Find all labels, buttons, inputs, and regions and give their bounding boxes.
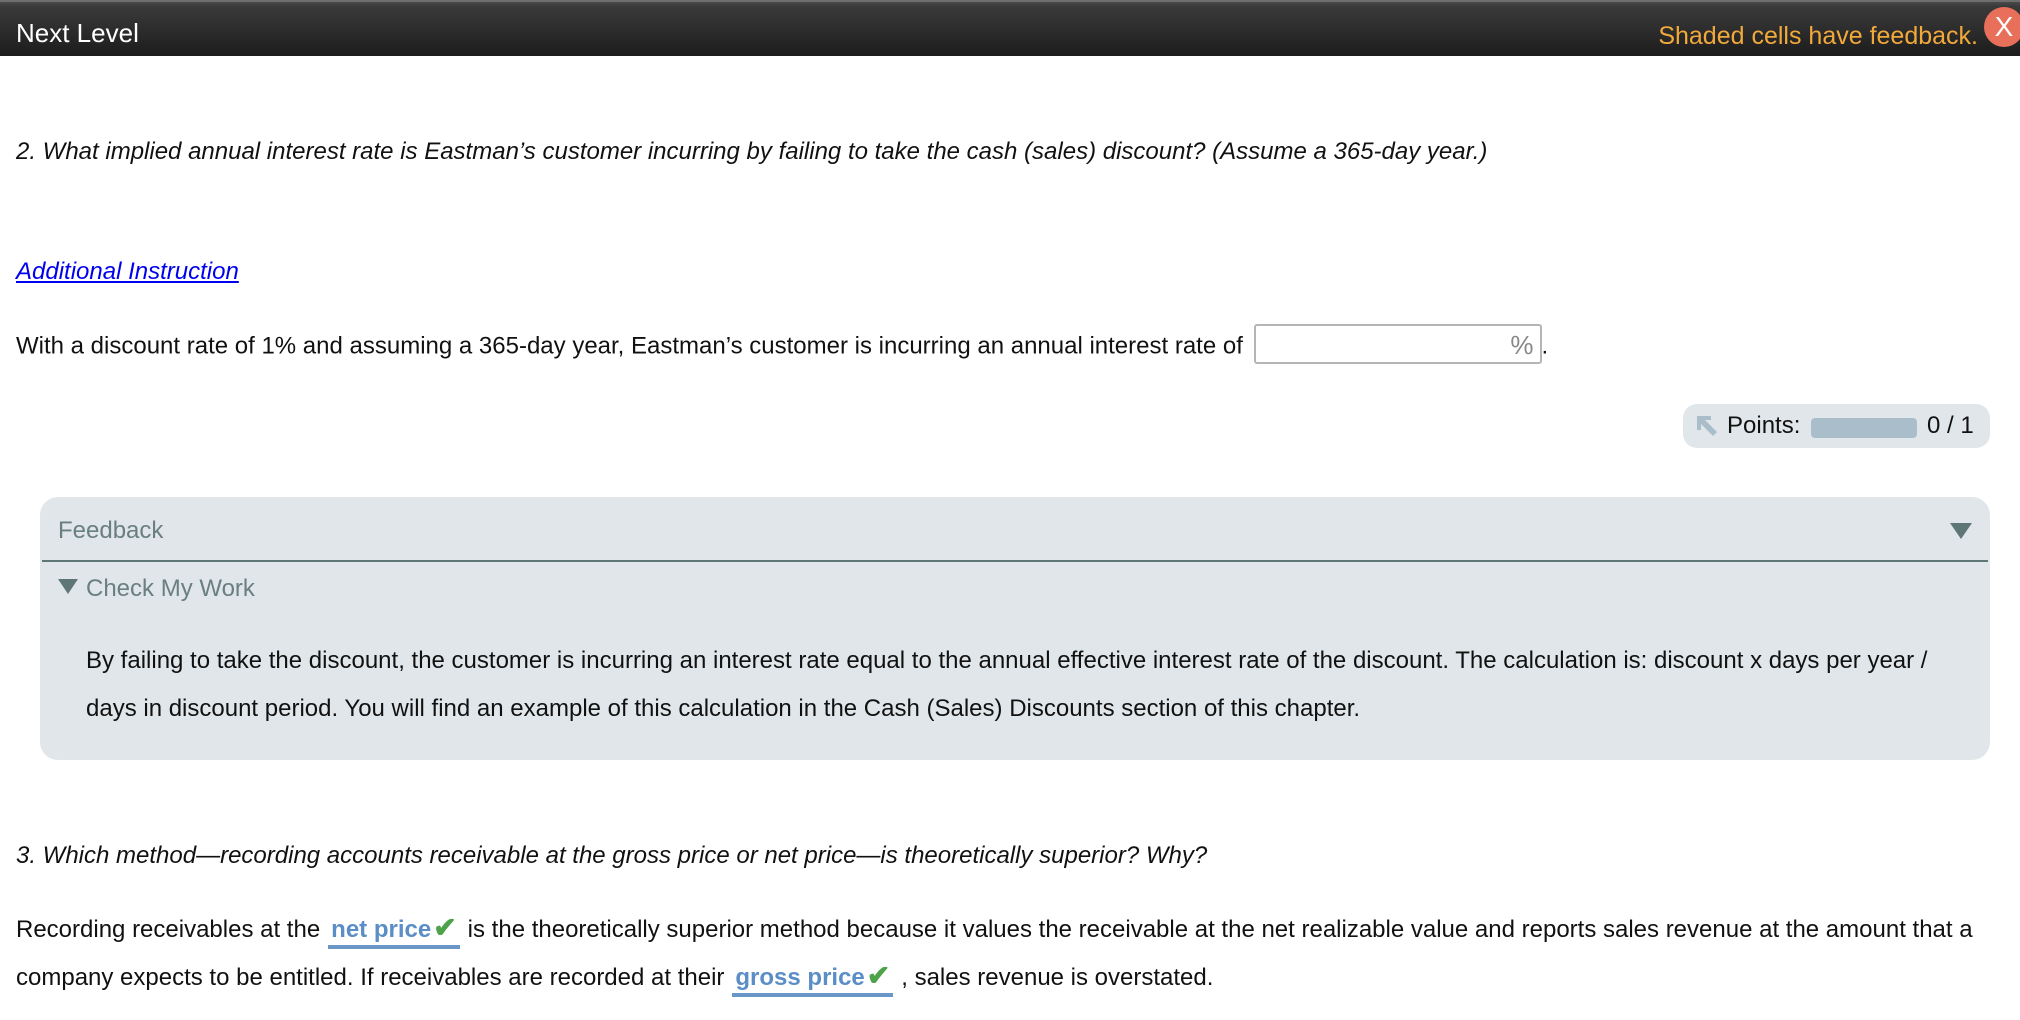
points-score: 0 / 1	[1927, 412, 1974, 439]
question-3-prompt: 3. Which method—recording accounts recei…	[16, 842, 1208, 869]
divider	[42, 560, 1988, 562]
top-bar: Next Level Shaded cells have feedback. X	[0, 0, 2020, 56]
app-title: Next Level	[16, 18, 139, 48]
expand-triangle-icon	[58, 579, 78, 594]
additional-instruction-link[interactable]: Additional Instruction	[16, 258, 239, 286]
checkmark-icon: ✔	[433, 912, 457, 943]
answer-dropdown-1[interactable]: net price✔	[328, 913, 460, 949]
sentence-text: With a discount rate of 1% and assuming …	[16, 332, 1243, 360]
interest-rate-input[interactable]	[1255, 326, 1508, 360]
close-button[interactable]: X	[1984, 7, 2020, 47]
answer-text-1: Recording receivables at the	[16, 916, 321, 943]
check-my-work-label: Check My Work	[86, 575, 255, 602]
interest-rate-field[interactable]: %	[1253, 324, 1542, 364]
percent-unit: %	[1510, 330, 1534, 360]
points-label: Points:	[1727, 412, 1801, 439]
feedback-note: Shaded cells have feedback.	[1658, 22, 1978, 50]
dropdown-2-value: gross price	[735, 964, 865, 991]
arrow-up-left-icon	[1697, 416, 1717, 436]
check-my-work-toggle[interactable]: Check My Work	[58, 575, 255, 603]
points-badge: Points: 0 / 1	[1683, 404, 1990, 448]
sentence-period: .	[1541, 332, 1549, 360]
feedback-body: By failing to take the discount, the cus…	[86, 647, 1928, 722]
answer-text-3: , sales revenue is overstated.	[901, 964, 1214, 991]
question-2-sentence: With a discount rate of 1% and assuming …	[16, 324, 1549, 364]
question-2-prompt: 2. What implied annual interest rate is …	[16, 138, 1488, 165]
question-3-answer: Recording receivables at the net price✔ is…	[16, 906, 2011, 1002]
feedback-title: Feedback	[58, 517, 164, 544]
answer-dropdown-2[interactable]: gross price✔	[732, 960, 894, 997]
dropdown-1-value: net price	[331, 916, 432, 943]
checkmark-icon: ✔	[866, 960, 891, 991]
points-progress-bar	[1811, 418, 1917, 438]
collapse-triangle-icon[interactable]	[1950, 523, 1972, 539]
feedback-panel: Feedback Check My Work By failing to tak…	[40, 497, 1990, 760]
